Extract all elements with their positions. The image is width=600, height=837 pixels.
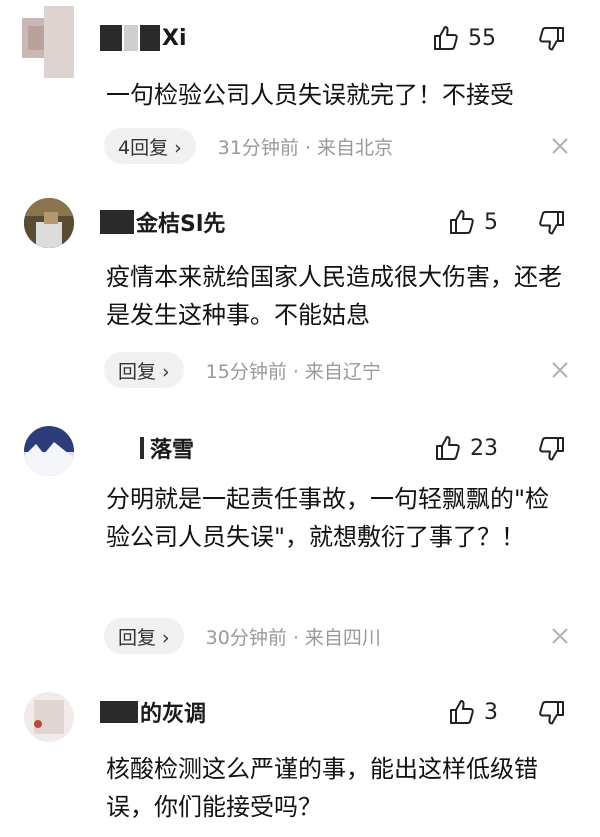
thumbs-down-icon xyxy=(539,211,564,235)
redaction-block xyxy=(100,701,138,723)
redaction-block xyxy=(100,210,134,234)
username[interactable]: 落雪 xyxy=(140,430,194,466)
close-icon[interactable] xyxy=(548,134,572,158)
thumbs-down-icon xyxy=(539,27,564,51)
thumbs-down-icon xyxy=(539,701,564,725)
reply-button[interactable]: 回复 › xyxy=(104,352,184,388)
username-text: Xi xyxy=(162,25,187,51)
like-count: 23 xyxy=(470,435,498,461)
redaction-block xyxy=(140,25,160,51)
username-text: 的灰调 xyxy=(140,702,207,727)
comment-text: 一句检验公司人员失误就完了！不接受 xyxy=(106,81,514,109)
avatar[interactable] xyxy=(24,426,74,476)
comment-item: 金桔Sl先 5 疫情本来就给国家人民造成很大伤害，还老是发生这种事。不能姑息 回… xyxy=(0,190,600,400)
close-icon[interactable] xyxy=(548,358,572,382)
avatar[interactable] xyxy=(22,6,76,78)
thumbs-up-icon xyxy=(450,700,474,724)
thumbs-up-icon xyxy=(450,210,474,234)
like-count: 3 xyxy=(484,699,498,725)
timestamp-location: 31分钟前 · 来自北京 xyxy=(217,136,394,159)
dislike-button[interactable] xyxy=(538,694,566,730)
timestamp-location: 30分钟前 · 来自四川 xyxy=(205,626,381,649)
like-button[interactable]: 23 xyxy=(434,430,498,466)
reply-button[interactable]: 回复 › xyxy=(104,618,184,654)
thumbs-up-icon xyxy=(434,26,458,50)
dislike-button[interactable] xyxy=(538,204,566,240)
redaction-block xyxy=(100,25,122,51)
like-button[interactable]: 3 xyxy=(448,694,498,730)
dislike-button[interactable] xyxy=(538,20,566,56)
username-text: 落雪 xyxy=(150,438,195,463)
username[interactable]: Xi xyxy=(100,20,187,56)
comment-item: 的灰调 3 核酸检测这么严谨的事，能出这样低级错误，你们能接受吗？ xyxy=(0,684,600,837)
comment-text: 核酸检测这么严谨的事，能出这样低级错误，你们能接受吗？ xyxy=(106,755,538,821)
comment-item: Xi 55 一句检验公司人员失误就完了！不接受 4回复 › 31分钟前 · 来自… xyxy=(0,0,600,170)
like-button[interactable]: 5 xyxy=(448,204,498,240)
comment-meta: 回复 › 30分钟前 · 来自四川 xyxy=(104,616,381,656)
avatar[interactable] xyxy=(24,198,74,248)
thumbs-up-icon xyxy=(436,436,460,460)
username[interactable]: 金桔Sl先 xyxy=(100,204,225,240)
comment-meta: 4回复 › 31分钟前 · 来自北京 xyxy=(104,126,393,166)
avatar[interactable] xyxy=(24,692,74,742)
redaction-block xyxy=(124,25,138,51)
comment-text: 疫情本来就给国家人民造成很大伤害，还老是发生这种事。不能姑息 xyxy=(106,263,562,329)
timestamp-location: 15分钟前 · 来自辽宁 xyxy=(205,360,381,383)
comment-text: 分明就是一起责任事故，一句轻飘飘的"检验公司人员失误"，就想敷衍了事了？！ xyxy=(106,485,550,551)
thumbs-down-icon xyxy=(539,437,564,461)
like-button[interactable]: 55 xyxy=(432,20,496,56)
dislike-button[interactable] xyxy=(538,430,566,466)
like-count: 5 xyxy=(484,209,498,235)
username[interactable]: 的灰调 xyxy=(100,694,206,730)
comment-meta: 回复 › 15分钟前 · 来自辽宁 xyxy=(104,350,381,390)
comment-item: 落雪 23 分明就是一起责任事故，一句轻飘飘的"检验公司人员失误"，就想敷衍了事… xyxy=(0,418,600,668)
username-text: 金桔Sl先 xyxy=(136,212,226,237)
redaction-block xyxy=(140,437,144,459)
close-icon[interactable] xyxy=(548,624,572,648)
like-count: 55 xyxy=(468,25,496,51)
reply-button[interactable]: 4回复 › xyxy=(104,128,196,164)
